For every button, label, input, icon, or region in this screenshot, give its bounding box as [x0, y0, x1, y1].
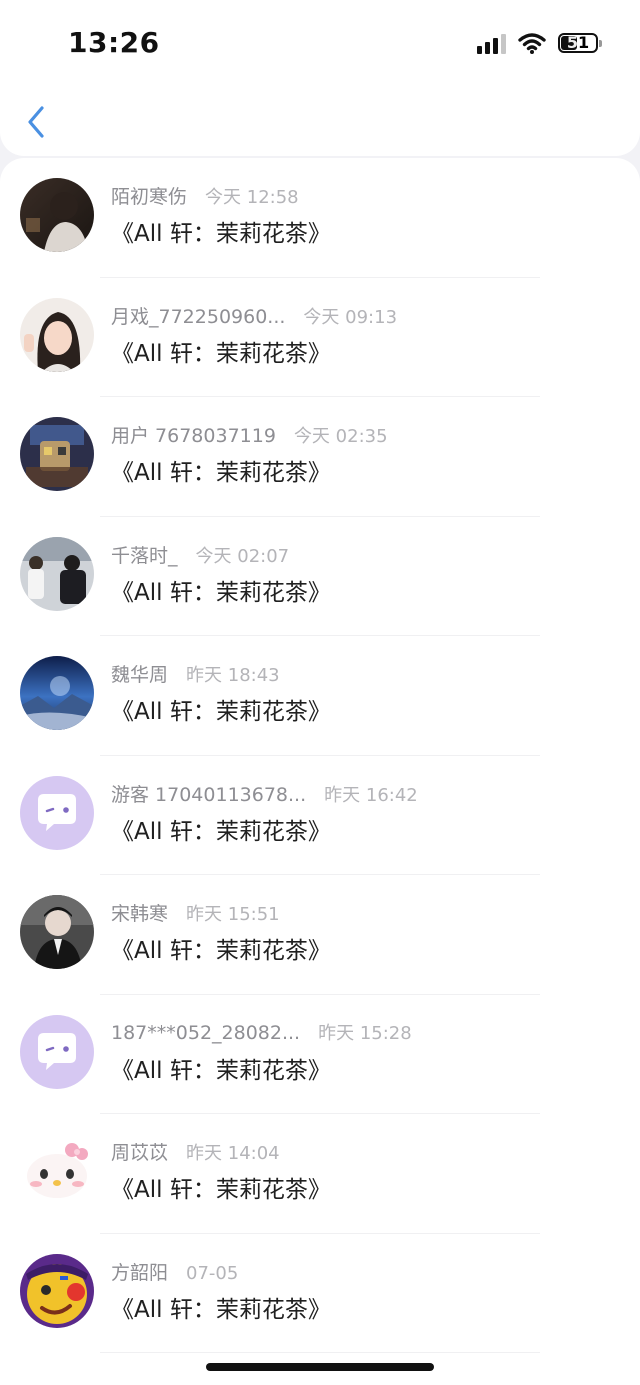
timestamp: 昨天 16:42 — [324, 784, 418, 806]
status-time: 13:26 — [68, 26, 160, 59]
timestamp: 昨天 14:04 — [186, 1143, 280, 1164]
conversation-item[interactable]: 月戏_772250960... 今天 09:13 《All 轩：茉莉花茶》 — [0, 278, 640, 397]
message-preview: 《All 轩：茉莉花茶》 — [111, 460, 331, 486]
conversation-meta: 方韶阳 07-05 — [111, 1258, 238, 1285]
username: 魏华周 — [111, 664, 169, 686]
conversation-meta: 魏华周 昨天 18:43 — [111, 660, 280, 687]
message-preview: 《All 轩：茉莉花茶》 — [111, 938, 331, 964]
cellular-signal-icon — [477, 32, 506, 54]
message-preview: 《All 轩：茉莉花茶》 — [111, 579, 331, 606]
conversation-meta: 陌初寒伤 今天 12:58 — [111, 182, 299, 209]
avatar[interactable] — [20, 775, 94, 850]
timestamp: 昨天 15:51 — [186, 904, 280, 925]
message-preview: 《All 轩：茉莉花茶》 — [111, 699, 331, 725]
avatar[interactable] — [20, 895, 94, 969]
back-button[interactable] — [22, 102, 50, 142]
conversation-item[interactable]: 187***052_28082... 昨天 15:28 《All 轩：茉莉花茶》 — [0, 995, 640, 1114]
battery-percentage: 51 — [566, 33, 590, 52]
chevron-left-icon — [28, 106, 44, 138]
avatar[interactable] — [20, 656, 94, 730]
timestamp: 今天 12:58 — [205, 187, 299, 208]
message-preview: 《All 轩：茉莉花茶》 — [111, 818, 331, 845]
username: 用户 7678037119 — [111, 425, 276, 447]
home-indicator[interactable] — [206, 1363, 434, 1371]
avatar[interactable] — [20, 1134, 94, 1208]
conversation-item[interactable]: 周苡苡 昨天 14:04 《All 轩：茉莉花茶》 — [0, 1114, 640, 1234]
avatar[interactable] — [20, 178, 94, 252]
wifi-icon — [518, 33, 546, 54]
conversation-item[interactable]: 魏华周 昨天 18:43 《All 轩：茉莉花茶》 — [0, 636, 640, 756]
username: 周苡苡 — [111, 1142, 169, 1164]
conversation-meta: 宋韩寒 昨天 15:51 — [111, 899, 280, 926]
message-preview: 《All 轩：茉莉花茶》 — [111, 1296, 331, 1323]
conversation-meta: 游客 17040113678... 昨天 16:42 — [111, 780, 418, 807]
conversation-item[interactable]: 游客 17040113678... 昨天 16:42 《All 轩：茉莉花茶》 — [0, 756, 640, 875]
username: 千落时_ — [111, 544, 178, 567]
conversation-item[interactable]: 方韶阳 07-05 《All 轩：茉莉花茶》 — [0, 1234, 640, 1353]
status-icons: 51 — [477, 30, 602, 56]
avatar[interactable] — [20, 1253, 94, 1328]
username: 方韶阳 — [111, 1261, 169, 1284]
timestamp: 今天 02:07 — [195, 545, 290, 567]
username: 陌初寒伤 — [111, 186, 188, 208]
username: 月戏_772250960... — [111, 305, 286, 328]
timestamp: 今天 09:13 — [303, 306, 398, 328]
avatar[interactable] — [20, 297, 94, 372]
conversation-meta: 周苡苡 昨天 14:04 — [111, 1138, 280, 1165]
avatar[interactable] — [20, 536, 94, 611]
username: 187***052_28082... — [111, 1021, 301, 1044]
conversation-meta: 千落时_ 今天 02:07 — [111, 541, 289, 568]
message-preview: 《All 轩：茉莉花茶》 — [111, 340, 331, 367]
avatar[interactable] — [20, 417, 94, 491]
header: 13:26 51 — [0, 0, 640, 156]
conversation-meta: 月戏_772250960... 今天 09:13 — [111, 302, 397, 329]
message-preview: 《All 轩：茉莉花茶》 — [111, 1177, 331, 1203]
message-preview: 《All 轩：茉莉花茶》 — [111, 1057, 331, 1084]
timestamp: 今天 02:35 — [293, 426, 388, 447]
timestamp: 07-05 — [186, 1262, 239, 1284]
timestamp: 昨天 18:43 — [186, 665, 280, 686]
timestamp: 昨天 15:28 — [318, 1022, 412, 1044]
avatar[interactable] — [20, 1014, 94, 1089]
conversation-meta: 用户 7678037119 今天 02:35 — [111, 421, 388, 448]
divider — [100, 1352, 540, 1353]
conversation-item[interactable]: 用户 7678037119 今天 02:35 《All 轩：茉莉花茶》 — [0, 397, 640, 517]
username: 游客 17040113678... — [111, 783, 307, 806]
conversation-list: 陌初寒伤 今天 12:58 《All 轩：茉莉花茶》 月戏_772250960... 今… — [0, 158, 640, 1385]
conversation-item[interactable]: 千落时_ 今天 02:07 《All 轩：茉莉花茶》 — [0, 517, 640, 636]
conversation-item[interactable]: 宋韩寒 昨天 15:51 《All 轩：茉莉花茶》 — [0, 875, 640, 995]
message-preview: 《All 轩：茉莉花茶》 — [111, 221, 331, 247]
username: 宋韩寒 — [111, 903, 169, 925]
battery-icon: 51 — [558, 33, 602, 53]
conversation-meta: 187***052_28082... 昨天 15:28 — [111, 1019, 412, 1045]
conversation-item[interactable]: 陌初寒伤 今天 12:58 《All 轩：茉莉花茶》 — [0, 158, 640, 278]
